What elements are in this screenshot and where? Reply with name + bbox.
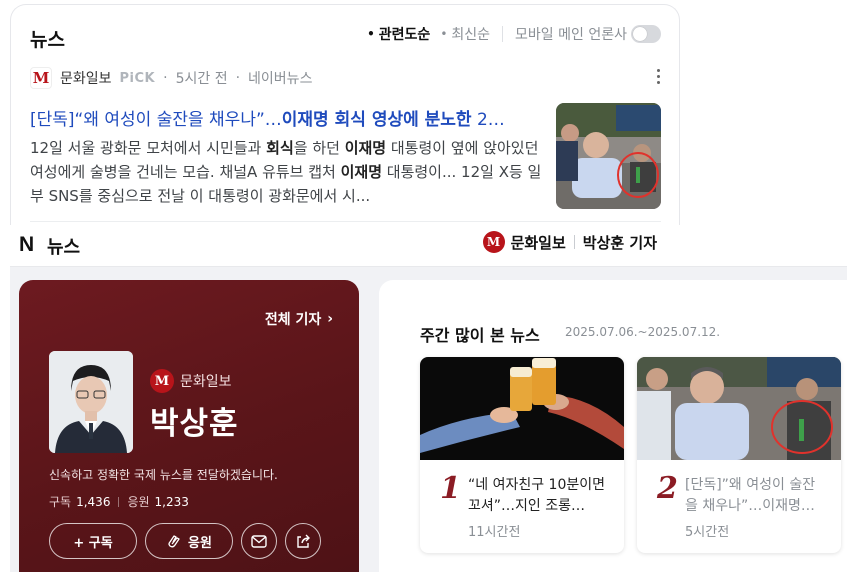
news-thumbnail <box>637 357 841 460</box>
header-breadcrumb: M 문화일보 박상훈 기자 <box>482 231 657 253</box>
reporter-avatar <box>49 351 133 453</box>
cheer-button-label: 응원 <box>188 535 212 551</box>
title-highlight: 이재명 회식 영상에 분노한 <box>281 110 472 130</box>
desc-text: 을 하던 <box>293 139 345 157</box>
bullet-icon: • <box>440 27 448 41</box>
sort-options: • 관련도순 • 최신순 모바일 메인 언론사 <box>357 24 661 44</box>
press-link[interactable]: 문화일보 <box>511 232 566 253</box>
subscribe-button[interactable]: + 구독 <box>49 523 137 559</box>
naver-logo[interactable]: N <box>19 233 34 257</box>
sort-latest-label: 최신순 <box>451 27 491 43</box>
cheer-count: 1,233 <box>154 494 189 509</box>
more-options-icon[interactable] <box>657 69 661 87</box>
divider <box>502 26 504 42</box>
sort-relevance-label: 관련도순 <box>378 27 431 43</box>
reporter-press: M 문화일보 <box>150 369 232 393</box>
share-icon <box>297 534 310 548</box>
weekly-date-range: 2025.07.06.~2025.07.12. <box>565 325 721 339</box>
press-logo-icon[interactable]: M <box>30 67 52 89</box>
news-home-link[interactable]: 뉴스 <box>47 233 80 259</box>
press-logo-icon[interactable]: M <box>482 231 505 253</box>
bullet-icon: • <box>367 27 375 41</box>
pick-badge: PiCK <box>119 70 156 86</box>
news-time: 11시간전 <box>468 525 521 540</box>
reporter-stats: 구독 1,436 응원 1,233 <box>49 493 189 510</box>
meta-dot: · <box>235 70 241 86</box>
weekly-title: 주간 많이 본 뉴스 <box>420 326 540 345</box>
desc-keyword: 이재명 <box>340 163 383 181</box>
reporter-label: 박상훈 기자 <box>582 233 657 252</box>
all-reporters-link[interactable]: 전체 기자 › <box>265 309 333 329</box>
naver-news-link[interactable]: 네이버뉴스 <box>248 68 312 88</box>
section-title: 뉴스 <box>30 29 65 51</box>
mobile-main-press-toggle[interactable] <box>631 25 661 43</box>
share-button[interactable] <box>285 523 321 559</box>
reporter-intro: 신속하고 정확한 국제 뉴스를 전달하겠습니다. <box>49 468 278 482</box>
title-text: 2… <box>471 110 505 130</box>
reporter-actions: + 구독 응원 <box>49 523 321 559</box>
article-description[interactable]: 12일 서울 광화문 모처에서 시민들과 회식을 하던 이재명 대통령이 옆에 … <box>30 136 542 208</box>
mobile-main-press-label: 모바일 메인 언론사 <box>515 27 627 43</box>
news-time: 5시간전 <box>685 525 730 540</box>
naver-news-header: N 뉴스 M 문화일보 박상훈 기자 <box>10 225 847 267</box>
weekly-news-item[interactable]: 2 [단독]”왜 여성이 술잔을 채우나”…이재명… 5시간전 <box>637 357 841 553</box>
sort-latest-tab[interactable]: • 최신순 <box>440 24 490 44</box>
title-text: [단독]“왜 여성이 술잔을 채우나”… <box>30 110 282 130</box>
subscriber-label: 구독 <box>49 495 72 509</box>
reporter-press-name: 문화일보 <box>180 374 232 390</box>
divider <box>573 235 575 249</box>
chevron-right-icon: › <box>327 311 333 327</box>
cheer-button[interactable]: 응원 <box>145 523 233 559</box>
sort-relevance-tab[interactable]: • 관련도순 <box>367 24 430 44</box>
subscriber-count: 1,436 <box>76 494 111 509</box>
cheer-label: 응원 <box>127 495 150 509</box>
divider <box>118 496 120 507</box>
rank-number: 2 <box>657 471 678 506</box>
news-headline: [단독]”왜 여성이 술잔을 채우나”…이재명… <box>685 477 816 514</box>
article-title-link[interactable]: [단독]“왜 여성이 술잔을 채우나”…이재명 회식 영상에 분노한 2… <box>30 105 545 130</box>
reporter-profile-card: 전체 기자 › M 문화일보 박상훈 신속하고 정확한 국제 뉴스를 전달하겠습… <box>19 280 359 572</box>
search-news-card: 뉴스 • 관련도순 • 최신순 모바일 메인 언론사 M 문화일보 PiCK ·… <box>10 4 680 234</box>
desc-text: 12일 서울 광화문 모처에서 시민들과 <box>30 139 267 157</box>
toggle-knob <box>633 27 647 41</box>
article-thumbnail[interactable] <box>556 103 661 209</box>
news-headline: “네 여자친구 10분이면 꼬셔”…지인 조롱… <box>468 477 606 514</box>
article-meta: M 문화일보 PiCK · 5시간 전 · 네이버뉴스 <box>30 67 312 89</box>
weekly-popular-news: 주간 많이 본 뉴스 2025.07.06.~2025.07.12. 1 “네 … <box>379 280 847 572</box>
weekly-news-item[interactable]: 1 “네 여자친구 10분이면 꼬셔”…지인 조롱… 11시간전 <box>420 357 624 553</box>
article-time: 5시간 전 <box>175 71 228 87</box>
divider <box>30 221 661 222</box>
desc-keyword: 이재명 <box>344 139 387 157</box>
news-thumbnail <box>420 357 624 460</box>
press-logo-icon: M <box>150 369 174 393</box>
rank-number: 1 <box>440 471 461 506</box>
clap-icon <box>168 535 180 548</box>
email-button[interactable] <box>241 523 277 559</box>
reporter-name: 박상훈 <box>150 406 239 442</box>
desc-keyword: 회식 <box>266 139 294 157</box>
all-reporters-label: 전체 기자 <box>264 312 322 328</box>
meta-dot: · <box>163 70 168 86</box>
mail-icon <box>251 534 267 548</box>
press-name[interactable]: 문화일보 <box>60 68 112 88</box>
